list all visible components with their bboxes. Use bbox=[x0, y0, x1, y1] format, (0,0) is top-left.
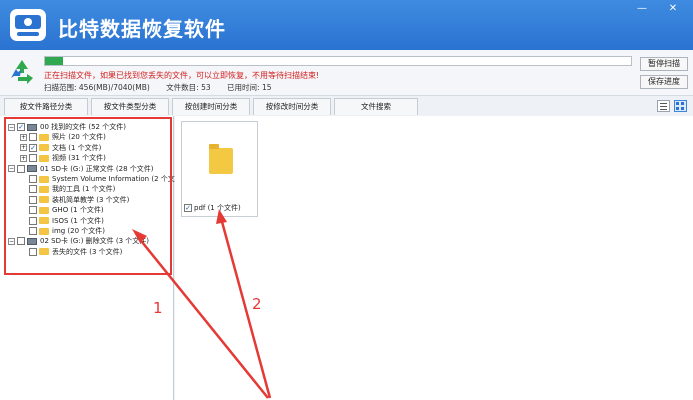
tab-by-type[interactable]: 按文件类型分类 bbox=[91, 98, 169, 115]
title-bar: 比特数据恢复软件 — ✕ bbox=[0, 0, 693, 50]
tab-by-created[interactable]: 按创建时间分类 bbox=[172, 98, 250, 115]
category-tabs: 按文件路径分类 按文件类型分类 按创建时间分类 按修改时间分类 文件搜索 bbox=[0, 98, 693, 115]
list-view-icon[interactable] bbox=[657, 100, 670, 112]
file-card-label: ✓ pdf (1 个文件) bbox=[184, 203, 241, 213]
tab-by-path[interactable]: 按文件路径分类 bbox=[4, 98, 88, 115]
annotation-highlight-box bbox=[4, 117, 172, 275]
folder-icon bbox=[209, 144, 233, 174]
scan-progress-bar bbox=[44, 56, 632, 66]
file-count: 文件数目: 53 bbox=[166, 83, 211, 92]
file-card-pdf[interactable]: ✓ pdf (1 个文件) bbox=[181, 121, 258, 217]
scan-status-area: 正在扫描文件，如果已找到您丢失的文件，可以立即恢复，不用等待扫描结束! 扫描范围… bbox=[0, 50, 693, 96]
file-card-text: pdf (1 个文件) bbox=[194, 204, 241, 212]
annotation-label-2: 2 bbox=[252, 295, 262, 313]
recycle-icon bbox=[11, 60, 33, 84]
annotation-label-1: 1 bbox=[153, 299, 163, 317]
save-progress-button[interactable]: 保存进度 bbox=[640, 75, 688, 89]
scan-range: 扫描范围: 456(MB)/7040(MB) bbox=[44, 83, 150, 92]
app-logo-icon bbox=[10, 9, 46, 41]
app-title: 比特数据恢复软件 bbox=[58, 17, 226, 41]
progress-fill bbox=[45, 57, 63, 65]
close-button[interactable]: ✕ bbox=[662, 2, 684, 16]
grid-view-icon[interactable] bbox=[674, 100, 687, 112]
file-card-checkbox[interactable]: ✓ bbox=[184, 204, 192, 212]
tab-by-modified[interactable]: 按修改时间分类 bbox=[253, 98, 331, 115]
minimize-button[interactable]: — bbox=[631, 2, 653, 16]
pause-scan-button[interactable]: 暂停扫描 bbox=[640, 57, 688, 71]
tab-file-search[interactable]: 文件搜索 bbox=[334, 98, 418, 115]
scan-info: 扫描范围: 456(MB)/7040(MB) 文件数目: 53 已用时间: 15 bbox=[44, 82, 286, 93]
scan-message: 正在扫描文件，如果已找到您丢失的文件，可以立即恢复，不用等待扫描结束! bbox=[44, 71, 320, 80]
elapsed-time: 已用时间: 15 bbox=[227, 83, 272, 92]
